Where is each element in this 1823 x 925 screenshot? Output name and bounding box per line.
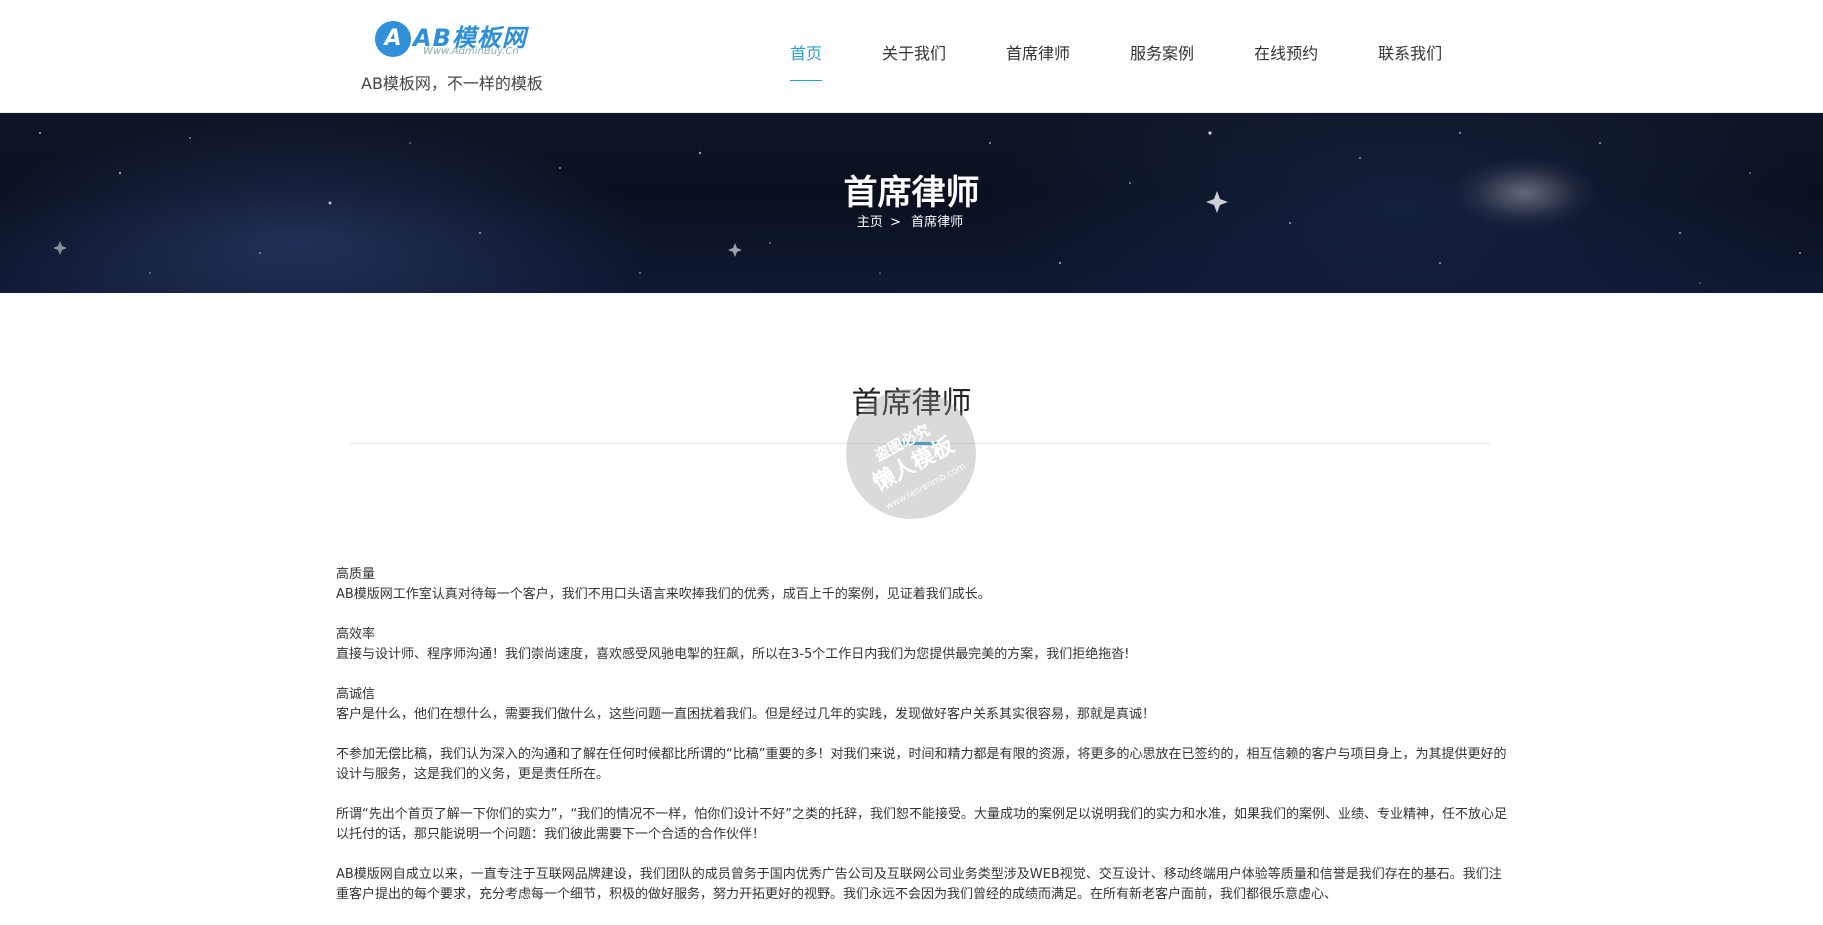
site-logo[interactable]: A AB模板网 Www.AdminBuy.Cn	[375, 18, 535, 60]
nav-item-lawyer[interactable]: 首席律师	[1006, 0, 1070, 113]
banner-title: 首席律师	[843, 173, 980, 213]
breadcrumb: 主页 > 首席律师	[0, 211, 1823, 230]
content-heading: 高质量	[336, 567, 376, 582]
content-text: 不参加无偿比稿，我们认为深入的沟通和了解在任何时候都比所谓的“比稿”重要的多！对…	[336, 747, 1507, 782]
nav-item-booking[interactable]: 在线预约	[1254, 0, 1318, 113]
breadcrumb-home-link[interactable]: 主页	[857, 215, 883, 230]
content-block: AB模版网自成立以来，一直专注于互联网品牌建设，我们团队的成员曾务于国内优秀广告…	[336, 865, 1511, 905]
content-block: 高效率 直接与设计师、程序师沟通！我们崇尚速度，喜欢感受风驰电掣的狂飙，所以在3…	[336, 625, 1511, 665]
nav-item-contact[interactable]: 联系我们	[1378, 0, 1442, 113]
content-text: 所谓“先出个首页了解一下你们的实力”，“我们的情况不一样，怕你们设计不好”之类的…	[336, 807, 1507, 842]
nav-item-cases[interactable]: 服务案例	[1130, 0, 1194, 113]
content-text: AB模版网工作室认真对待每一个客户，我们不用口头语言来吹捧我们的优秀，成百上千的…	[336, 587, 991, 602]
page-banner: 首席律师 主页 > 首席律师	[0, 113, 1823, 293]
site-header: A AB模板网 Www.AdminBuy.Cn AB模板网，不一样的模板 首页 …	[0, 0, 1823, 113]
content-text: AB模版网自成立以来，一直专注于互联网品牌建设，我们团队的成员曾务于国内优秀广告…	[336, 867, 1502, 902]
content-block: 高质量 AB模版网工作室认真对待每一个客户，我们不用口头语言来吹捧我们的优秀，成…	[336, 565, 1511, 605]
logo-mark-icon: A	[375, 21, 411, 57]
site-slogan: AB模板网，不一样的模板	[361, 74, 543, 93]
content-block: 高诚信 客户是什么，他们在想什么，需要我们做什么，这些问题一直困扰着我们。但是经…	[336, 685, 1511, 725]
breadcrumb-separator: >	[890, 215, 901, 230]
content-block: 不参加无偿比稿，我们认为深入的沟通和了解在任何时候都比所谓的“比稿”重要的多！对…	[336, 745, 1511, 785]
main-nav: 首页 关于我们 首席律师 服务案例 在线预约 联系我们	[790, 0, 1502, 113]
content-text: 直接与设计师、程序师沟通！我们崇尚速度，喜欢感受风驰电掣的狂飙，所以在3-5个工…	[336, 647, 1130, 662]
content-heading: 高诚信	[336, 687, 376, 702]
content-text: 客户是什么，他们在想什么，需要我们做什么，这些问题一直困扰着我们。但是经过几年的…	[336, 707, 1156, 722]
content-heading: 高效率	[336, 627, 376, 642]
nav-item-home[interactable]: 首页	[790, 0, 823, 113]
content-block: 所谓“先出个首页了解一下你们的实力”，“我们的情况不一样，怕你们设计不好”之类的…	[336, 805, 1511, 845]
nav-item-about[interactable]: 关于我们	[882, 0, 946, 113]
article-content: 高质量 AB模版网工作室认真对待每一个客户，我们不用口头语言来吹捧我们的优秀，成…	[336, 565, 1511, 925]
logo-url: Www.AdminBuy.Cn	[423, 46, 519, 57]
breadcrumb-current: 首席律师	[911, 215, 964, 230]
watermark-stamp: 盗图必究 懒人模板 www.lanrenmb.com	[846, 389, 976, 519]
